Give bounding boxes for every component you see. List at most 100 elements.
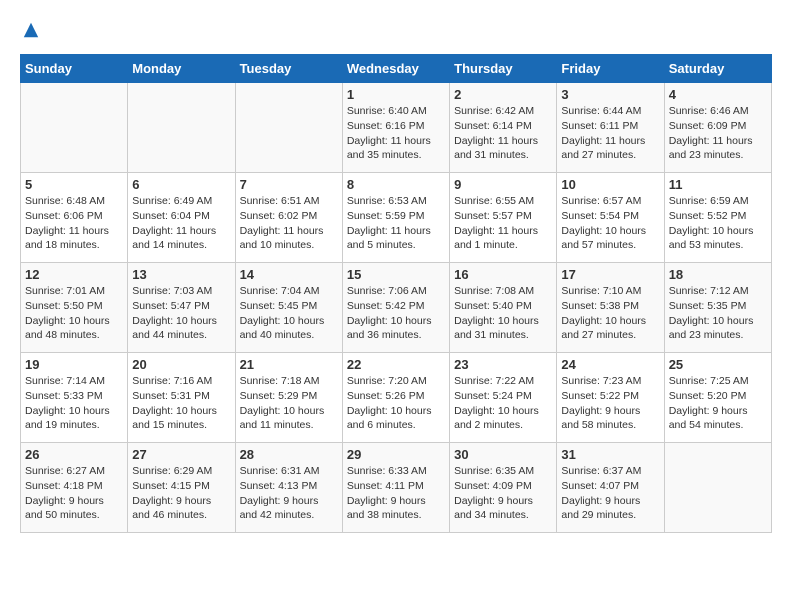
day-cell: 28 Sunrise: 6:31 AM Sunset: 4:13 PM Dayli… (235, 443, 342, 533)
weekday-header-sunday: Sunday (21, 55, 128, 83)
day-cell: 25Sunrise: 7:25 AM Sunset: 5:20 PM Dayli… (664, 353, 771, 443)
week-row-4: 19 Sunrise: 7:14 AM Sunset: 5:33 PM Dayli… (21, 353, 772, 443)
weekday-header-monday: Monday (128, 55, 235, 83)
day-number: 6 (132, 177, 230, 192)
day-number: 20 (132, 357, 230, 372)
day-info: Sunrise: 7:14 AM Sunset: 5:33 PM Dayligh… (25, 374, 123, 433)
day-info: Sunrise: 6:31 AM Sunset: 4:13 PM Dayligh… (240, 464, 338, 523)
day-cell: 10 Sunrise: 6:57 AM Sunset: 5:54 PM Dayli… (557, 173, 664, 263)
day-cell (21, 83, 128, 173)
day-info: Sunrise: 7:12 AM Sunset: 5:35 PM Dayligh… (669, 284, 767, 343)
day-cell: 1Sunrise: 6:40 AM Sunset: 6:16 PM Daylig… (342, 83, 449, 173)
day-cell (128, 83, 235, 173)
day-info: Sunrise: 6:55 AM Sunset: 5:57 PM Dayligh… (454, 194, 552, 253)
day-cell: 18 Sunrise: 7:12 AM Sunset: 5:35 PM Dayli… (664, 263, 771, 353)
day-cell: 7Sunrise: 6:51 AM Sunset: 6:02 PM Daylig… (235, 173, 342, 263)
calendar-table: SundayMondayTuesdayWednesdayThursdayFrid… (20, 54, 772, 533)
day-number: 13 (132, 267, 230, 282)
weekday-header-friday: Friday (557, 55, 664, 83)
day-cell: 26 Sunrise: 6:27 AM Sunset: 4:18 PM Dayli… (21, 443, 128, 533)
day-number: 10 (561, 177, 659, 192)
day-info: Sunrise: 6:29 AM Sunset: 4:15 PM Dayligh… (132, 464, 230, 523)
day-info: Sunrise: 6:37 AM Sunset: 4:07 PM Dayligh… (561, 464, 659, 523)
day-number: 15 (347, 267, 445, 282)
day-cell: 27 Sunrise: 6:29 AM Sunset: 4:15 PM Dayli… (128, 443, 235, 533)
day-cell: 21Sunrise: 7:18 AM Sunset: 5:29 PM Dayli… (235, 353, 342, 443)
day-info: Sunrise: 6:49 AM Sunset: 6:04 PM Dayligh… (132, 194, 230, 253)
day-info: Sunrise: 7:23 AM Sunset: 5:22 PM Dayligh… (561, 374, 659, 433)
day-info: Sunrise: 7:06 AM Sunset: 5:42 PM Dayligh… (347, 284, 445, 343)
logo-icon (22, 21, 40, 39)
day-info: Sunrise: 7:20 AM Sunset: 5:26 PM Dayligh… (347, 374, 445, 433)
weekday-header-wednesday: Wednesday (342, 55, 449, 83)
day-cell: 4 Sunrise: 6:46 AM Sunset: 6:09 PM Daylig… (664, 83, 771, 173)
day-cell: 30Sunrise: 6:35 AM Sunset: 4:09 PM Dayli… (450, 443, 557, 533)
day-info: Sunrise: 7:04 AM Sunset: 5:45 PM Dayligh… (240, 284, 338, 343)
day-number: 22 (347, 357, 445, 372)
day-cell: 29 Sunrise: 6:33 AM Sunset: 4:11 PM Dayli… (342, 443, 449, 533)
weekday-header-thursday: Thursday (450, 55, 557, 83)
day-number: 18 (669, 267, 767, 282)
day-cell: 13 Sunrise: 7:03 AM Sunset: 5:47 PM Dayli… (128, 263, 235, 353)
day-cell: 2Sunrise: 6:42 AM Sunset: 6:14 PM Daylig… (450, 83, 557, 173)
day-cell: 14 Sunrise: 7:04 AM Sunset: 5:45 PM Dayli… (235, 263, 342, 353)
day-number: 14 (240, 267, 338, 282)
day-info: Sunrise: 6:53 AM Sunset: 5:59 PM Dayligh… (347, 194, 445, 253)
day-cell (664, 443, 771, 533)
week-row-2: 5 Sunrise: 6:48 AM Sunset: 6:06 PM Daylig… (21, 173, 772, 263)
week-row-1: 1Sunrise: 6:40 AM Sunset: 6:16 PM Daylig… (21, 83, 772, 173)
week-row-3: 12Sunrise: 7:01 AM Sunset: 5:50 PM Dayli… (21, 263, 772, 353)
day-info: Sunrise: 6:27 AM Sunset: 4:18 PM Dayligh… (25, 464, 123, 523)
day-number: 4 (669, 87, 767, 102)
day-info: Sunrise: 6:48 AM Sunset: 6:06 PM Dayligh… (25, 194, 123, 253)
day-info: Sunrise: 6:46 AM Sunset: 6:09 PM Dayligh… (669, 104, 767, 163)
day-number: 8 (347, 177, 445, 192)
day-number: 3 (561, 87, 659, 102)
day-cell: 3 Sunrise: 6:44 AM Sunset: 6:11 PM Daylig… (557, 83, 664, 173)
day-cell: 24 Sunrise: 7:23 AM Sunset: 5:22 PM Dayli… (557, 353, 664, 443)
day-number: 5 (25, 177, 123, 192)
day-cell: 23Sunrise: 7:22 AM Sunset: 5:24 PM Dayli… (450, 353, 557, 443)
day-number: 23 (454, 357, 552, 372)
day-number: 2 (454, 87, 552, 102)
day-cell: 17Sunrise: 7:10 AM Sunset: 5:38 PM Dayli… (557, 263, 664, 353)
day-number: 16 (454, 267, 552, 282)
day-number: 25 (669, 357, 767, 372)
day-cell: 31 Sunrise: 6:37 AM Sunset: 4:07 PM Dayli… (557, 443, 664, 533)
day-info: Sunrise: 7:08 AM Sunset: 5:40 PM Dayligh… (454, 284, 552, 343)
day-cell: 11 Sunrise: 6:59 AM Sunset: 5:52 PM Dayli… (664, 173, 771, 263)
day-info: Sunrise: 7:01 AM Sunset: 5:50 PM Dayligh… (25, 284, 123, 343)
day-info: Sunrise: 7:18 AM Sunset: 5:29 PM Dayligh… (240, 374, 338, 433)
day-cell: 8 Sunrise: 6:53 AM Sunset: 5:59 PM Daylig… (342, 173, 449, 263)
day-info: Sunrise: 7:16 AM Sunset: 5:31 PM Dayligh… (132, 374, 230, 433)
weekday-header-row: SundayMondayTuesdayWednesdayThursdayFrid… (21, 55, 772, 83)
day-cell: 6 Sunrise: 6:49 AM Sunset: 6:04 PM Daylig… (128, 173, 235, 263)
day-info: Sunrise: 6:51 AM Sunset: 6:02 PM Dayligh… (240, 194, 338, 253)
day-number: 24 (561, 357, 659, 372)
day-info: Sunrise: 6:40 AM Sunset: 6:16 PM Dayligh… (347, 104, 445, 163)
day-number: 26 (25, 447, 123, 462)
day-number: 19 (25, 357, 123, 372)
day-cell (235, 83, 342, 173)
day-number: 28 (240, 447, 338, 462)
day-info: Sunrise: 6:33 AM Sunset: 4:11 PM Dayligh… (347, 464, 445, 523)
week-row-5: 26 Sunrise: 6:27 AM Sunset: 4:18 PM Dayli… (21, 443, 772, 533)
day-info: Sunrise: 7:03 AM Sunset: 5:47 PM Dayligh… (132, 284, 230, 343)
day-info: Sunrise: 7:10 AM Sunset: 5:38 PM Dayligh… (561, 284, 659, 343)
day-info: Sunrise: 6:59 AM Sunset: 5:52 PM Dayligh… (669, 194, 767, 253)
day-info: Sunrise: 6:44 AM Sunset: 6:11 PM Dayligh… (561, 104, 659, 163)
weekday-header-tuesday: Tuesday (235, 55, 342, 83)
day-cell: 16 Sunrise: 7:08 AM Sunset: 5:40 PM Dayli… (450, 263, 557, 353)
day-cell: 19 Sunrise: 7:14 AM Sunset: 5:33 PM Dayli… (21, 353, 128, 443)
day-number: 11 (669, 177, 767, 192)
day-number: 30 (454, 447, 552, 462)
day-cell: 9Sunrise: 6:55 AM Sunset: 5:57 PM Daylig… (450, 173, 557, 263)
weekday-header-saturday: Saturday (664, 55, 771, 83)
day-number: 31 (561, 447, 659, 462)
page-header (20, 20, 772, 44)
logo (20, 20, 40, 44)
day-number: 29 (347, 447, 445, 462)
day-cell: 15 Sunrise: 7:06 AM Sunset: 5:42 PM Dayli… (342, 263, 449, 353)
day-info: Sunrise: 6:57 AM Sunset: 5:54 PM Dayligh… (561, 194, 659, 253)
day-number: 27 (132, 447, 230, 462)
